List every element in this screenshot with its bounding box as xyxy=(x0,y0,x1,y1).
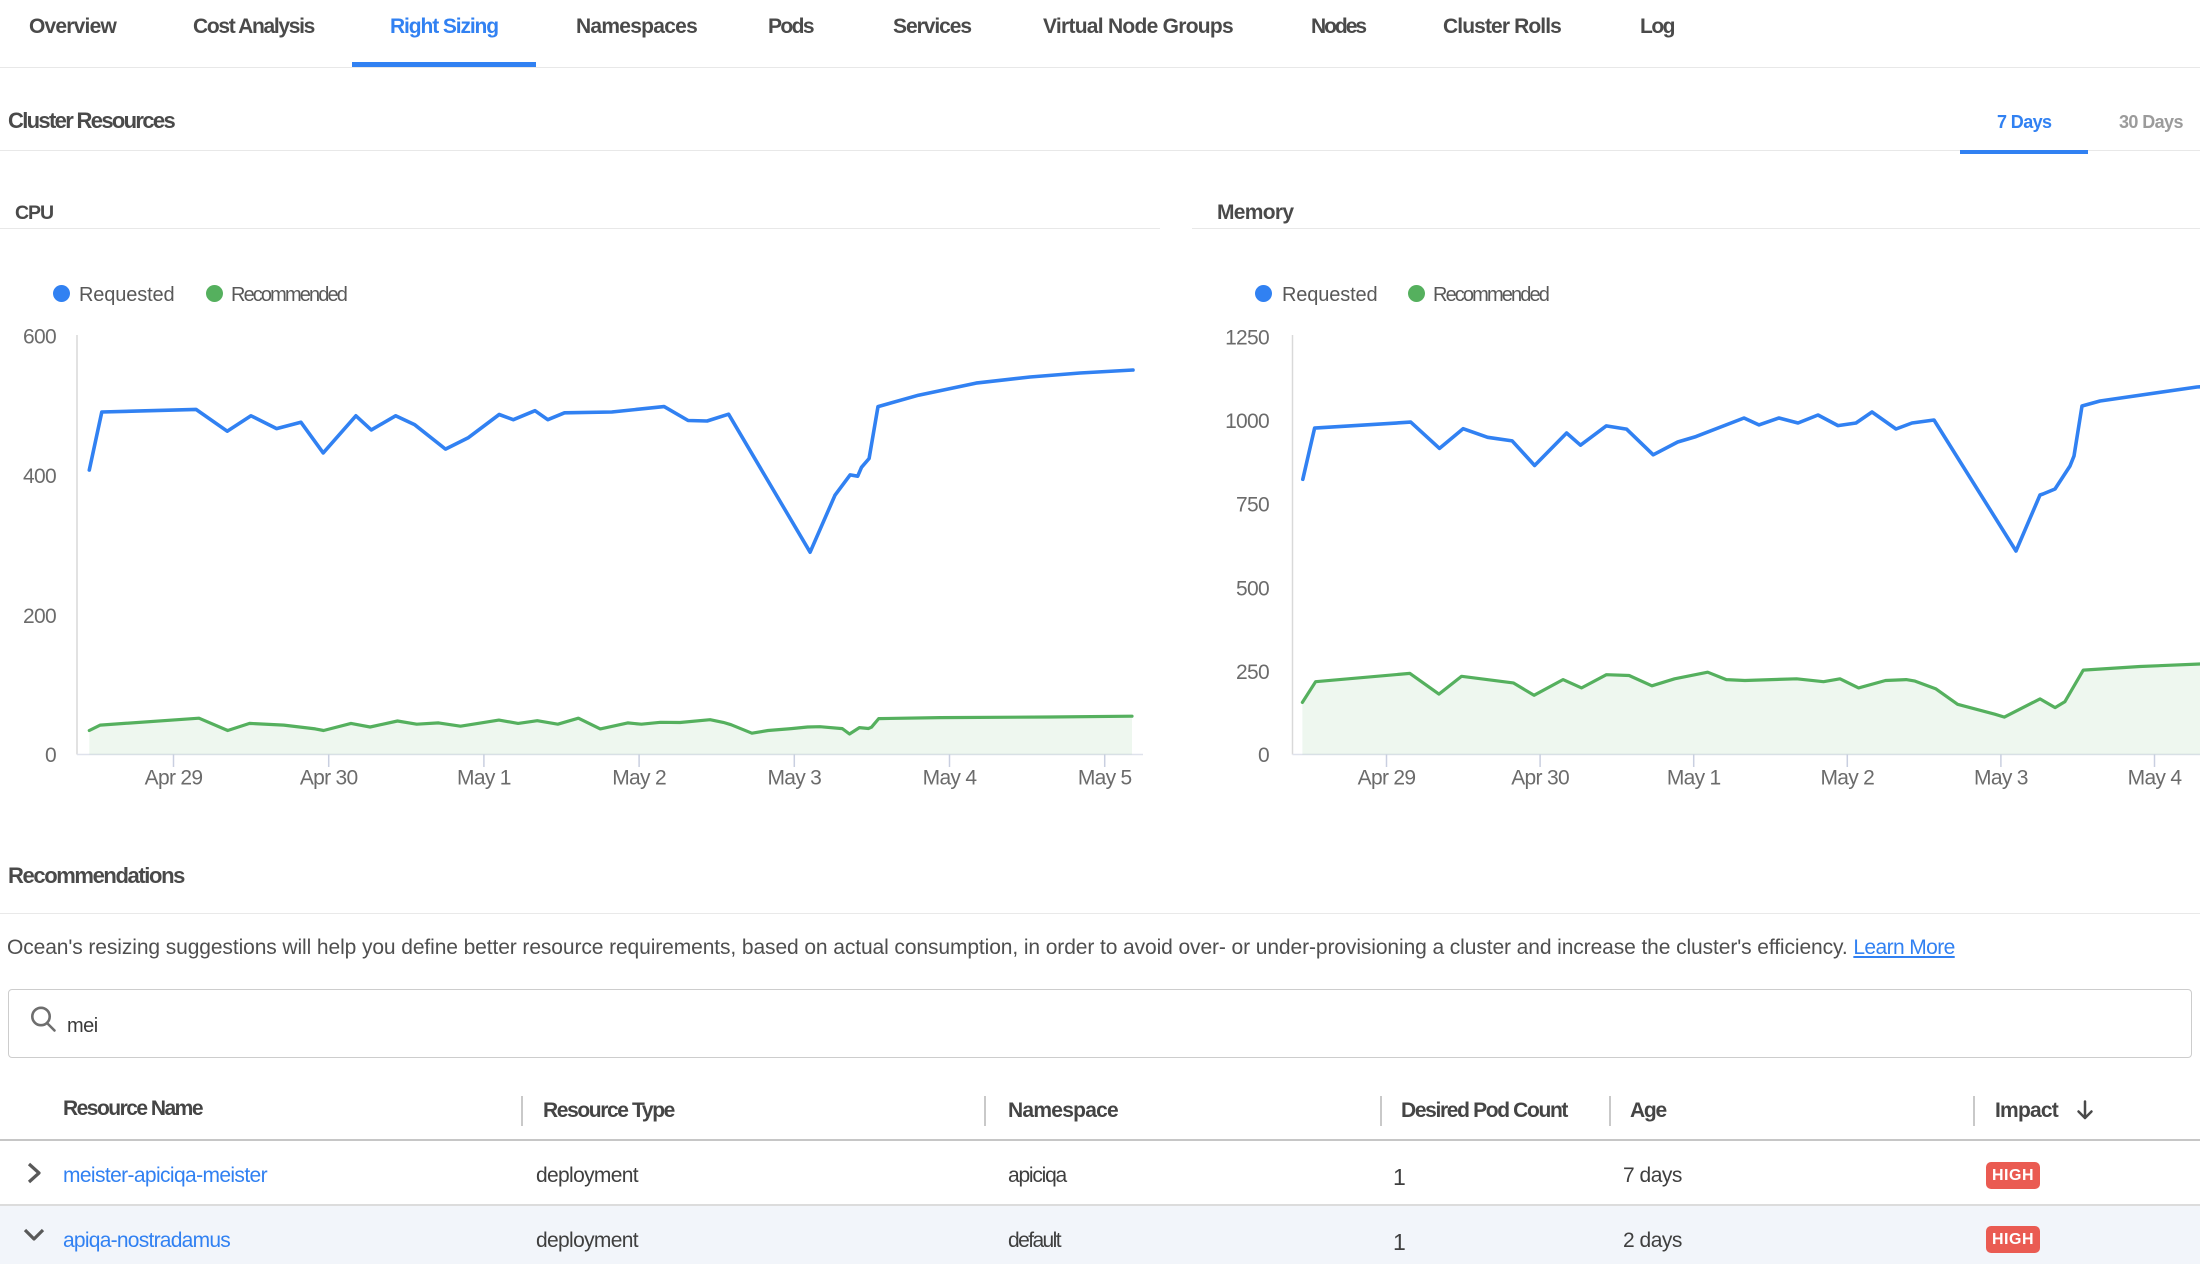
svg-text:Apr 29: Apr 29 xyxy=(1358,767,1416,790)
svg-text:Apr 30: Apr 30 xyxy=(1511,767,1569,790)
svg-text:500: 500 xyxy=(1236,577,1269,600)
svg-text:400: 400 xyxy=(23,465,56,488)
svg-text:May 1: May 1 xyxy=(1667,767,1721,790)
svg-text:May 1: May 1 xyxy=(457,767,511,790)
svg-text:600: 600 xyxy=(23,326,56,349)
svg-text:Apr 29: Apr 29 xyxy=(145,767,203,790)
svg-text:1250: 1250 xyxy=(1225,327,1269,350)
svg-text:May 4: May 4 xyxy=(923,767,978,790)
svg-text:May 4: May 4 xyxy=(2128,767,2183,790)
svg-text:1000: 1000 xyxy=(1225,410,1269,433)
svg-text:750: 750 xyxy=(1236,494,1269,517)
svg-text:May 2: May 2 xyxy=(1820,767,1874,790)
svg-text:May 2: May 2 xyxy=(612,767,666,790)
svg-text:0: 0 xyxy=(1258,744,1269,767)
svg-text:May 3: May 3 xyxy=(1974,767,2028,790)
svg-text:May 3: May 3 xyxy=(767,767,821,790)
svg-text:250: 250 xyxy=(1236,661,1269,684)
svg-text:0: 0 xyxy=(45,744,56,767)
svg-text:Apr 30: Apr 30 xyxy=(300,767,358,790)
svg-text:200: 200 xyxy=(23,605,56,628)
svg-text:May 5: May 5 xyxy=(1078,767,1132,790)
